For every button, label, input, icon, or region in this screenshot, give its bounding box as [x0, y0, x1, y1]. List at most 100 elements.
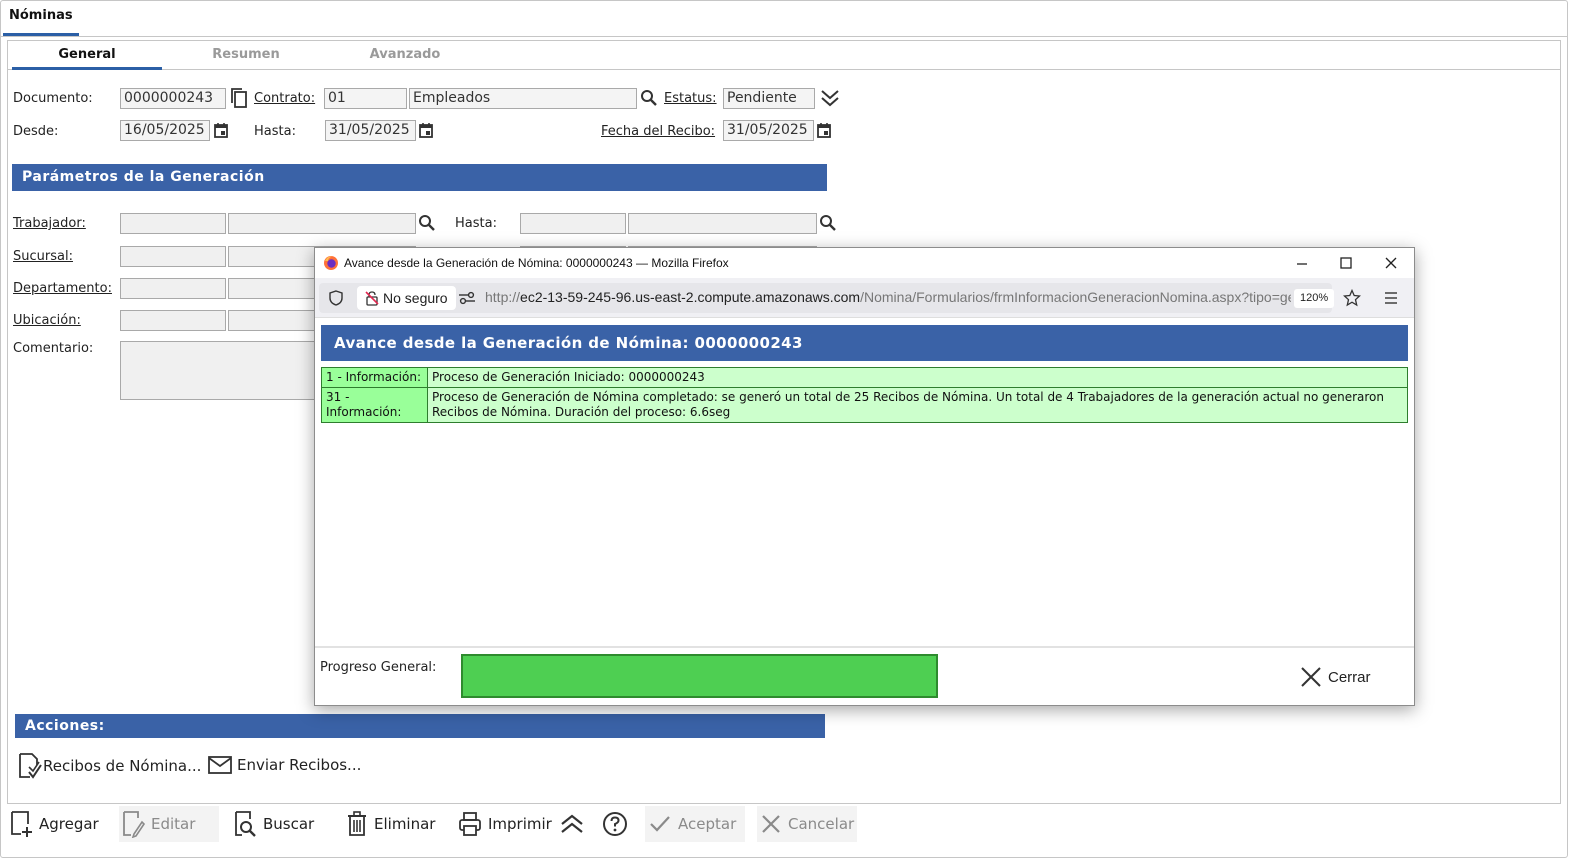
popup-footer: Progreso General: Cerrar [315, 646, 1414, 705]
copy-icon[interactable] [230, 87, 248, 109]
estatus-label[interactable]: Estatus: [664, 91, 717, 106]
recibos-nomina-label: Recibos de Nómina... [43, 757, 202, 775]
maximize-icon[interactable] [1339, 256, 1353, 270]
message-text: Proceso de Generación Iniciado: 00000002… [427, 367, 1408, 388]
cerrar-button[interactable]: Cerrar [1299, 666, 1371, 688]
trabajador-hasta-label: Hasta: [455, 216, 497, 231]
ubicacion-label[interactable]: Ubicación: [13, 313, 81, 328]
table-row: 31 - Información: Proceso de Generación … [321, 387, 1408, 423]
desde-field[interactable]: 16/05/2025 [120, 120, 210, 141]
message-category: 31 - Información: [321, 387, 428, 423]
document-check-icon [19, 753, 42, 779]
aceptar-label: Aceptar [678, 815, 737, 833]
editar-button[interactable]: Editar [119, 806, 219, 842]
tab-resumen[interactable]: Resumen [171, 47, 321, 70]
enviar-recibos-button[interactable]: Enviar Recibos... [207, 753, 361, 777]
aceptar-button[interactable]: Aceptar [645, 806, 745, 842]
cancelar-label: Cancelar [788, 815, 855, 833]
minimize-icon[interactable] [1295, 257, 1309, 271]
popup-address-bar: No seguro http://ec2-13-59-245-96.us-eas… [315, 278, 1414, 318]
table-row: 1 - Información: Proceso de Generación I… [321, 367, 1408, 388]
printer-icon [459, 812, 481, 836]
permissions-icon[interactable] [458, 291, 476, 305]
imprimir-label: Imprimir [488, 815, 552, 833]
help-icon[interactable] [602, 811, 628, 837]
zoom-level-badge[interactable]: 120% [1294, 289, 1335, 308]
imprimir-button[interactable]: Imprimir [458, 806, 552, 842]
departamento-code-field[interactable] [120, 278, 226, 299]
desde-label: Desde: [13, 124, 59, 139]
popup-titlebar[interactable]: Avance desde la Generación de Nómina: 00… [315, 248, 1414, 278]
eliminar-label: Eliminar [374, 815, 436, 833]
fecha-recibo-calendar-icon[interactable] [816, 122, 832, 139]
estatus-field: Pendiente [723, 88, 815, 109]
agregar-label: Agregar [39, 815, 99, 833]
menu-icon[interactable] [1383, 290, 1399, 306]
acciones-section-header: Acciones: [15, 714, 825, 738]
progress-bar [461, 654, 938, 698]
not-secure-label: No seguro [383, 290, 448, 306]
not-secure-badge[interactable]: No seguro [357, 286, 456, 310]
trabajador-code-field[interactable] [120, 213, 226, 234]
sub-tabs: General Resumen Avanzado [8, 41, 1560, 70]
search-document-icon [235, 811, 256, 837]
documento-field[interactable]: 0000000243 [120, 88, 226, 109]
expand-down-icon[interactable] [819, 88, 841, 108]
progress-bar-fill [463, 656, 936, 696]
envelope-icon [208, 756, 232, 774]
cerrar-label: Cerrar [1328, 668, 1371, 686]
recibos-nomina-button[interactable]: Recibos de Nómina... [17, 752, 201, 780]
url-text[interactable]: http://ec2-13-59-245-96.us-east-2.comput… [485, 289, 1291, 305]
desde-calendar-icon[interactable] [213, 122, 229, 139]
window-close-icon[interactable] [1384, 256, 1398, 270]
firefox-icon [324, 256, 338, 270]
contrato-name-field: Empleados [409, 88, 637, 109]
comentario-label: Comentario: [13, 341, 94, 356]
contrato-label[interactable]: Contrato: [254, 91, 315, 106]
trabajador-label[interactable]: Trabajador: [13, 216, 86, 231]
message-category: 1 - Información: [321, 367, 428, 388]
progress-label: Progreso General: [320, 660, 437, 675]
eliminar-button[interactable]: Eliminar [346, 806, 435, 842]
sucursal-label[interactable]: Sucursal: [13, 249, 73, 264]
agregar-button[interactable]: Agregar [9, 806, 99, 842]
url-field[interactable]: No seguro http://ec2-13-59-245-96.us-eas… [319, 283, 1335, 313]
enviar-recibos-label: Enviar Recibos... [237, 756, 362, 774]
url-prefix: http:// [485, 289, 521, 305]
fecha-recibo-field[interactable]: 31/05/2025 [723, 120, 814, 141]
hasta-calendar-icon[interactable] [418, 122, 434, 139]
insecure-lock-icon [365, 291, 379, 306]
sucursal-code-field[interactable] [120, 246, 226, 267]
params-section-header: Parámetros de la Generación [12, 164, 827, 191]
bookmark-star-icon[interactable] [1343, 289, 1361, 307]
tab-general[interactable]: General [12, 47, 162, 70]
contrato-code-field[interactable]: 01 [324, 88, 407, 109]
add-document-icon [11, 811, 32, 837]
tab-avanzado[interactable]: Avanzado [330, 47, 480, 70]
ubicacion-code-field[interactable] [120, 310, 226, 331]
trabajador-search-icon[interactable] [418, 214, 436, 232]
hasta-field[interactable]: 31/05/2025 [325, 120, 416, 141]
documento-label: Documento: [13, 91, 93, 106]
buscar-label: Buscar [263, 815, 315, 833]
trabajador-hasta-search-icon[interactable] [819, 214, 837, 232]
shield-icon[interactable] [327, 289, 345, 307]
popup-window-title: Avance desde la Generación de Nómina: 00… [344, 256, 729, 270]
cancelar-button[interactable]: Cancelar [757, 806, 857, 842]
trash-icon [348, 811, 366, 836]
tab-nominas[interactable]: Nóminas [3, 8, 79, 36]
url-path: /Nomina/Formularios/frmInformacionGenera… [860, 289, 1291, 305]
contrato-search-icon[interactable] [640, 89, 658, 107]
collapse-up-icon[interactable] [559, 812, 585, 836]
trabajador-hasta-name-field [628, 213, 817, 234]
popup-content-header: Avance desde la Generación de Nómina: 00… [321, 325, 1408, 361]
close-icon [762, 815, 780, 833]
editar-label: Editar [151, 815, 196, 833]
fecha-recibo-label[interactable]: Fecha del Recibo: [601, 124, 715, 139]
trabajador-hasta-code-field[interactable] [520, 213, 626, 234]
check-icon [650, 816, 670, 832]
main-tab-bar [1, 4, 1567, 37]
progress-popup-window: Avance desde la Generación de Nómina: 00… [314, 247, 1415, 706]
buscar-button[interactable]: Buscar [233, 806, 314, 842]
departamento-label[interactable]: Departamento: [13, 281, 112, 296]
